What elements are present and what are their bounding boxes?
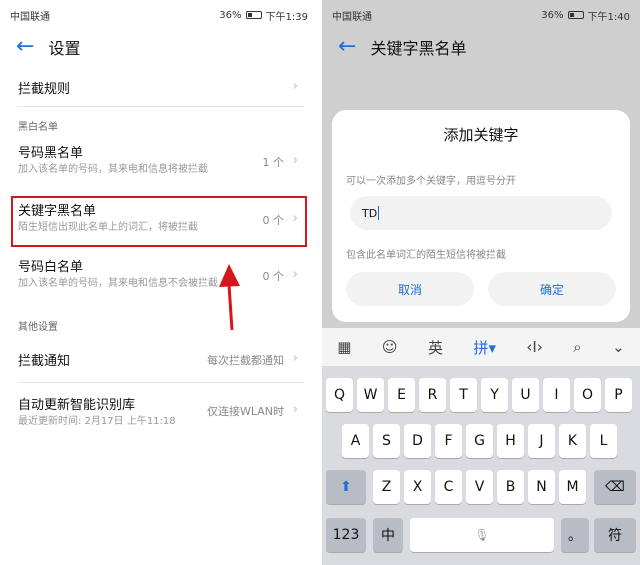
period-key[interactable]: 。 <box>561 518 589 552</box>
carrier-label: 中国联通 <box>332 11 372 23</box>
shift-arrow-icon: ⬆ <box>340 479 352 495</box>
row-value: 仅连接WLAN时 <box>206 405 284 418</box>
row-subtitle: 加入该名单的号码，其来电和信息不会被拦截 <box>18 278 218 289</box>
row-subtitle: 加入该名单的号码，其来电和信息将被拦截 <box>18 164 208 175</box>
key-n[interactable]: N <box>528 470 555 504</box>
status-time: 下午1:40 <box>587 11 630 23</box>
highlight-box <box>11 196 307 247</box>
key-x[interactable]: X <box>404 470 431 504</box>
chevron-right-icon: › <box>292 351 298 366</box>
page-title: 设置 <box>48 39 81 58</box>
key-l[interactable]: L <box>590 424 617 458</box>
key-h[interactable]: H <box>497 424 524 458</box>
pinyin-mode-button[interactable]: 拼▾ <box>473 337 496 358</box>
key-q[interactable]: Q <box>326 378 353 412</box>
chevron-down-icon[interactable]: ⌄ <box>612 338 625 356</box>
section-header-lists: 黑白名单 <box>18 122 58 133</box>
backspace-icon: ⌫ <box>605 479 625 495</box>
chevron-right-icon: › <box>292 267 298 282</box>
battery-icon <box>245 11 262 19</box>
text-caret <box>378 206 380 220</box>
space-key[interactable]: 🎙 <box>410 518 554 552</box>
divider <box>18 106 304 107</box>
page-title: 关键字黑名单 <box>370 39 467 58</box>
row-number-whitelist[interactable]: 号码白名单 加入该名单的号码，其来电和信息不会被拦截 0 个 › <box>18 256 304 291</box>
chevron-right-icon: › <box>292 153 298 168</box>
status-time: 下午1:39 <box>265 11 308 23</box>
key-y[interactable]: Y <box>481 378 508 412</box>
chevron-right-icon: › <box>292 402 298 417</box>
header: ← 关键字黑名单 <box>322 30 640 64</box>
add-keyword-dialog: 添加关键字 可以一次添加多个关键字，用逗号分开 TD 包含此名单词汇的陌生短信将… <box>332 110 630 322</box>
chinese-mode-key[interactable]: 中 <box>373 518 403 552</box>
key-d[interactable]: D <box>404 424 431 458</box>
row-value: 每次拦截都通知 <box>207 354 284 367</box>
keyword-input[interactable]: TD <box>350 196 612 230</box>
battery-percent: 36% <box>541 9 564 21</box>
keyword-input-value: TD <box>362 206 378 220</box>
row-number-blacklist[interactable]: 号码黑名单 加入该名单的号码，其来电和信息将被拦截 1 个 › <box>18 142 304 177</box>
header: ← 设置 <box>0 30 318 64</box>
key-v[interactable]: V <box>466 470 493 504</box>
divider <box>18 382 304 383</box>
row-value: 0 个 <box>262 270 285 283</box>
key-r[interactable]: R <box>419 378 446 412</box>
english-mode-button[interactable]: 英 <box>428 337 443 358</box>
key-p[interactable]: P <box>605 378 632 412</box>
dialog-hint: 可以一次添加多个关键字，用逗号分开 <box>346 176 516 187</box>
key-a[interactable]: A <box>342 424 369 458</box>
key-m[interactable]: M <box>559 470 586 504</box>
cancel-button[interactable]: 取消 <box>346 272 474 306</box>
settings-screen: 中国联通 36% 下午1:39 ← 设置 拦截规则 › 黑白名单 号码黑名单 加… <box>0 0 318 565</box>
key-b[interactable]: B <box>497 470 524 504</box>
back-arrow-icon[interactable]: ← <box>16 36 34 58</box>
key-k[interactable]: K <box>559 424 586 458</box>
numbers-key[interactable]: 123 <box>326 518 366 552</box>
status-bar: 中国联通 36% 下午1:40 <box>322 0 640 30</box>
key-j[interactable]: J <box>528 424 555 458</box>
row-intercept-notification[interactable]: 拦截通知 每次拦截都通知 › <box>18 350 304 369</box>
keyword-blacklist-screen: 中国联通 36% 下午1:40 ← 关键字黑名单 添加关键字 可以一次添加多个关… <box>322 0 640 565</box>
search-icon[interactable]: ⌕ <box>573 338 581 356</box>
microphone-icon: 🎙 <box>474 528 490 542</box>
row-title: 号码白名单 <box>18 260 84 275</box>
key-e[interactable]: E <box>388 378 415 412</box>
shift-key[interactable]: ⬆ <box>326 470 366 504</box>
carrier-label: 中国联通 <box>10 11 50 23</box>
battery-icon <box>567 11 584 19</box>
row-intercept-rules[interactable]: 拦截规则 › <box>18 78 304 97</box>
key-t[interactable]: T <box>450 378 477 412</box>
backspace-key[interactable]: ⌫ <box>594 470 636 504</box>
key-f[interactable]: F <box>435 424 462 458</box>
key-c[interactable]: C <box>435 470 462 504</box>
key-w[interactable]: W <box>357 378 384 412</box>
key-o[interactable]: O <box>574 378 601 412</box>
row-auto-update[interactable]: 自动更新智能识别库 最近更新时间: 2月17日 上午11:18 仅连接WLAN时… <box>18 394 304 429</box>
keyboard-toolbar: ▦ ☺ 英 拼▾ ‹I› ⌕ ⌄ <box>322 328 640 366</box>
confirm-button[interactable]: 确定 <box>488 272 616 306</box>
row-value: 1 个 <box>262 156 285 169</box>
key-s[interactable]: S <box>373 424 400 458</box>
row-title: 号码黑名单 <box>18 146 84 161</box>
status-bar: 中国联通 36% 下午1:39 <box>0 0 318 30</box>
section-header-other: 其他设置 <box>18 322 58 333</box>
back-arrow-icon[interactable]: ← <box>338 36 356 58</box>
dialog-title: 添加关键字 <box>443 126 519 144</box>
chevron-right-icon: › <box>292 79 298 94</box>
key-z[interactable]: Z <box>373 470 400 504</box>
keyboard: Q W E R T Y U I O P A S D F G H J K L ⬆ … <box>322 366 640 565</box>
symbols-key[interactable]: 符 <box>594 518 636 552</box>
key-g[interactable]: G <box>466 424 493 458</box>
dialog-note: 包含此名单词汇的陌生短信将被拦截 <box>346 250 506 261</box>
cursor-move-icon[interactable]: ‹I› <box>526 338 542 356</box>
battery-percent: 36% <box>219 9 242 21</box>
emoji-icon[interactable]: ☺ <box>382 338 398 356</box>
row-title: 拦截规则 <box>18 82 71 97</box>
key-i[interactable]: I <box>543 378 570 412</box>
grid-menu-icon[interactable]: ▦ <box>337 338 351 356</box>
key-u[interactable]: U <box>512 378 539 412</box>
